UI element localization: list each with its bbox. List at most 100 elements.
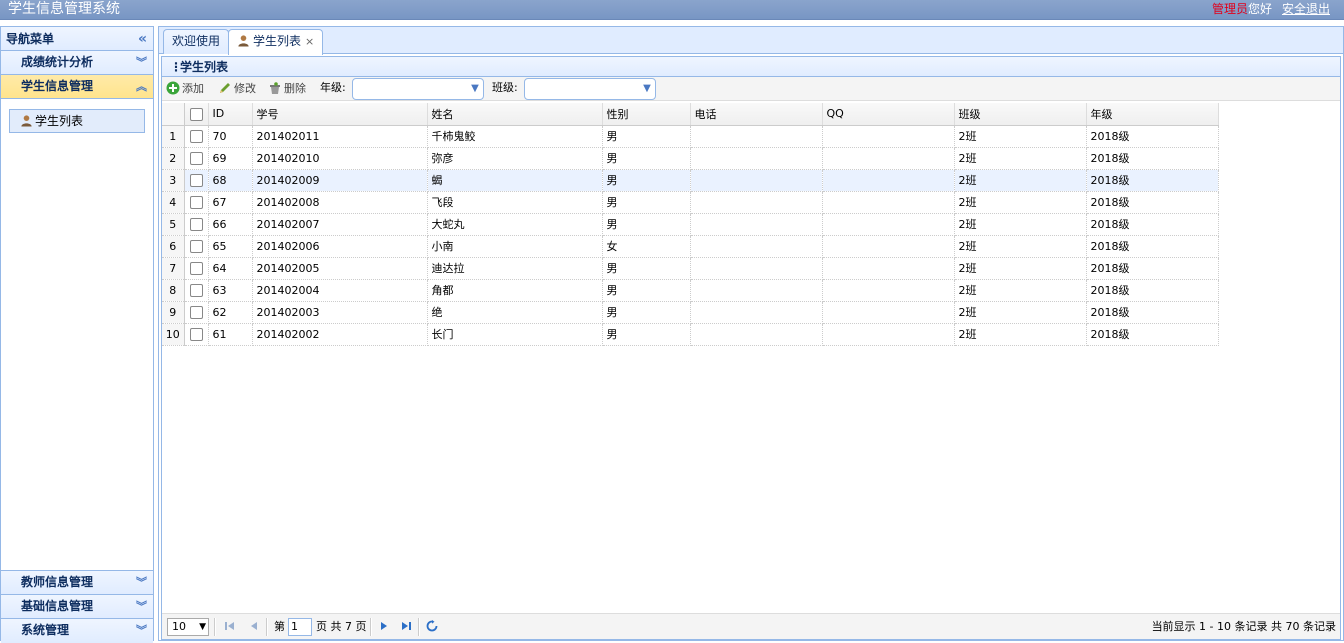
column-header[interactable]: 电话	[690, 103, 823, 126]
expand-icon[interactable]: ︾	[136, 595, 147, 618]
column-header[interactable]: ID	[208, 103, 253, 126]
grade-select[interactable]: ▼	[352, 78, 484, 100]
table-row[interactable]: 10 61 201402002 长门男 2班 2018级	[162, 323, 1219, 346]
cell-qq	[822, 279, 955, 302]
row-checkbox[interactable]	[184, 323, 209, 346]
cell-sex: 男	[602, 301, 691, 324]
row-checkbox[interactable]	[184, 147, 209, 170]
tab-student-list[interactable]: 学生列表 ×	[228, 29, 324, 55]
table-row[interactable]: 6 65 201402006 小南女 2班 2018级	[162, 235, 1219, 258]
checkbox-icon[interactable]	[189, 283, 203, 297]
close-icon[interactable]: ×	[305, 35, 314, 48]
column-header[interactable]: 性别	[602, 103, 691, 126]
delete-button[interactable]: 删除	[268, 77, 306, 101]
delete-icon	[270, 82, 280, 94]
record-info: 当前显示 1 - 10 条记录 共 70 条记录	[1151, 620, 1336, 633]
prev-page-icon[interactable]	[248, 620, 260, 632]
checkbox-icon[interactable]	[189, 195, 203, 209]
class-label: 班级:	[492, 81, 518, 94]
cell-name: 角都	[427, 279, 603, 302]
cell-id: 64	[208, 257, 253, 280]
row-checkbox[interactable]	[184, 191, 209, 214]
cell-sno: 201402010	[252, 147, 428, 170]
add-button-label: 添加	[182, 82, 204, 95]
sidebar-item-label: 学生列表	[35, 114, 84, 128]
column-header[interactable]: 学号	[252, 103, 428, 126]
row-checkbox[interactable]	[184, 235, 209, 258]
checkbox-icon[interactable]	[189, 129, 203, 143]
row-checkbox[interactable]	[184, 213, 209, 236]
table-row[interactable]: 5 66 201402007 大蛇丸男 2班 2018级	[162, 213, 1219, 236]
checkbox-icon[interactable]	[189, 107, 203, 121]
checkbox-icon[interactable]	[189, 305, 203, 319]
sidebar-group-student[interactable]: 学生信息管理 ︽	[1, 75, 153, 99]
cell-grade: 2018级	[1086, 147, 1219, 170]
table-row[interactable]: 1 70 201402011 千柿鬼鲛男 2班 2018级	[162, 125, 1219, 148]
cell-name: 长门	[427, 323, 603, 346]
cell-id: 69	[208, 147, 253, 170]
table-row[interactable]: 7 64 201402005 迪达拉男 2班 2018级	[162, 257, 1219, 280]
row-checkbox[interactable]	[184, 125, 209, 148]
page-size-select[interactable]: 10 ▼	[167, 618, 209, 636]
row-checkbox[interactable]	[184, 301, 209, 324]
expand-icon[interactable]: ︾	[136, 619, 147, 642]
checkbox-icon[interactable]	[189, 151, 203, 165]
sidebar: 导航菜单 « 成绩统计分析 ︾ 学生信息管理 ︽ 学生列表 教师信息管理 ︾ 基…	[0, 26, 154, 643]
cell-qq	[822, 323, 955, 346]
cell-sno: 201402009	[252, 169, 428, 192]
tab-label: 欢迎使用	[172, 34, 221, 48]
column-header[interactable]: QQ	[822, 103, 955, 126]
sidebar-title-label: 导航菜单	[6, 32, 55, 46]
collapse-left-icon[interactable]: «	[138, 27, 147, 51]
checkbox-icon[interactable]	[189, 217, 203, 231]
row-number: 1	[162, 125, 185, 148]
sidebar-group-basic[interactable]: 基础信息管理 ︾	[1, 595, 153, 619]
table-row[interactable]: 2 69 201402010 弥彦男 2班 2018级	[162, 147, 1219, 170]
last-page-icon[interactable]	[400, 620, 412, 632]
checkbox-icon[interactable]	[189, 239, 203, 253]
logout-link[interactable]: 安全退出	[1282, 2, 1330, 16]
next-page-icon[interactable]	[378, 620, 390, 632]
checkbox-icon[interactable]	[189, 261, 203, 275]
column-header[interactable]: 姓名	[427, 103, 603, 126]
sidebar-group-system[interactable]: 系统管理 ︾	[1, 619, 153, 643]
panel-title: ⋮学生列表	[162, 57, 1340, 77]
tab-label: 学生列表	[253, 34, 302, 48]
expand-icon[interactable]: ︾	[136, 51, 147, 74]
cell-sex: 男	[602, 125, 691, 148]
edit-button[interactable]: 修改	[218, 77, 256, 101]
checkbox-icon[interactable]	[189, 173, 203, 187]
group-label: 学生信息管理	[21, 79, 94, 93]
checkbox-icon[interactable]	[189, 327, 203, 341]
chevron-down-icon[interactable]: ▼	[199, 619, 206, 635]
cell-qq	[822, 169, 955, 192]
select-all-checkbox[interactable]	[184, 103, 209, 126]
column-header[interactable]: 年级	[1086, 103, 1219, 126]
chevron-down-icon[interactable]: ▼	[467, 79, 483, 99]
first-page-icon[interactable]	[224, 620, 236, 632]
collapse-icon[interactable]: ︽	[136, 75, 147, 98]
refresh-icon[interactable]	[426, 620, 438, 632]
row-number: 7	[162, 257, 185, 280]
row-checkbox[interactable]	[184, 279, 209, 302]
column-header[interactable]: 班级	[954, 103, 1087, 126]
table-row[interactable]: 4 67 201402008 飞段男 2班 2018级	[162, 191, 1219, 214]
class-select[interactable]: ▼	[524, 78, 656, 100]
tab-welcome[interactable]: 欢迎使用	[163, 29, 230, 54]
table-row[interactable]: 9 62 201402003 绝男 2班 2018级	[162, 301, 1219, 324]
chevron-down-icon[interactable]: ▼	[639, 79, 655, 99]
page-number-input[interactable]: 1	[288, 618, 312, 636]
cell-cls: 2班	[954, 257, 1087, 280]
cell-cls: 2班	[954, 213, 1087, 236]
cell-cls: 2班	[954, 191, 1087, 214]
sidebar-item-student-list[interactable]: 学生列表	[9, 109, 145, 133]
expand-icon[interactable]: ︾	[136, 571, 147, 594]
table-row[interactable]: 8 63 201402004 角都男 2班 2018级	[162, 279, 1219, 302]
add-button[interactable]: 添加	[166, 77, 204, 101]
row-checkbox[interactable]	[184, 257, 209, 280]
sidebar-group-score[interactable]: 成绩统计分析 ︾	[1, 51, 153, 75]
row-checkbox[interactable]	[184, 169, 209, 192]
page-prefix: 第	[274, 620, 285, 633]
sidebar-group-teacher[interactable]: 教师信息管理 ︾	[1, 571, 153, 595]
table-row[interactable]: 3 68 201402009 蝎男 2班 2018级	[162, 169, 1219, 192]
